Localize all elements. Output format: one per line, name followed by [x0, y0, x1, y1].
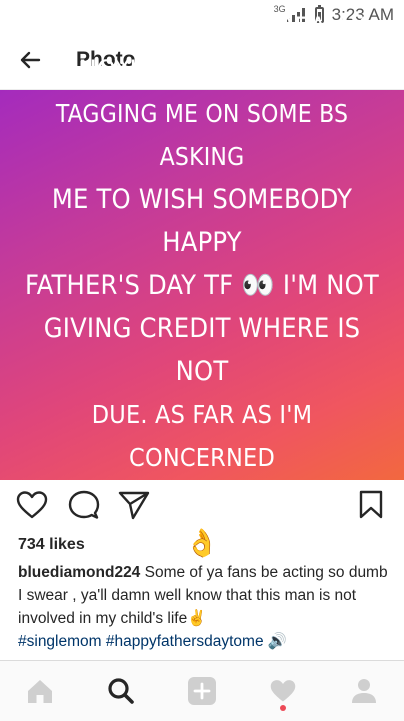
profile-icon: [351, 679, 376, 703]
comment-icon: [68, 490, 100, 519]
activity-heart-icon: [270, 680, 296, 702]
nav-activity[interactable]: [253, 661, 313, 721]
add-post-icon: [187, 677, 216, 705]
heart-icon: [16, 491, 48, 519]
image-text-line: TAGGING ME ON SOME BS ASKING: [55, 98, 349, 171]
share-button[interactable]: [118, 489, 150, 526]
image-text-line: DUE. AS FAR AS I'M CONCERNED: [91, 399, 313, 472]
image-text-line: ANNOYING GOSH 😮 STOP: [43, 54, 361, 86]
nav-search[interactable]: [91, 661, 151, 721]
image-text-line: ME TO WISH SOMEBODY HAPPY: [51, 183, 353, 258]
notification-dot: [279, 705, 286, 711]
hashtag-link[interactable]: #happyfathersdaytome: [106, 633, 264, 650]
post-actions: [0, 484, 404, 528]
post-caption: bluediamond224 Some of ya fans be acting…: [18, 561, 390, 653]
nav-profile[interactable]: [334, 661, 394, 721]
bottom-navigation: [0, 660, 404, 721]
image-text-line: GIVING CREDIT WHERE IS NOT: [43, 312, 361, 387]
like-button[interactable]: [16, 489, 48, 526]
post-image[interactable]: SOME PEOPLE ARE REALLY ANNOYING GOSH 😮 S…: [0, 12, 404, 559]
caption-username[interactable]: bluediamond224: [18, 564, 140, 581]
likes-count[interactable]: 734 likes: [18, 536, 85, 554]
send-icon: [118, 491, 150, 520]
image-text-line: FATHER'S DAY TF 👀 I'M NOT: [25, 269, 379, 301]
save-button[interactable]: [358, 489, 384, 526]
comment-button[interactable]: [68, 489, 100, 526]
speaker-emoji: 🔊: [267, 633, 288, 650]
post-image-text: SOME PEOPLE ARE REALLY ANNOYING GOSH 😮 S…: [17, 6, 387, 565]
nav-home[interactable]: [10, 661, 70, 721]
image-text-line: SOME PEOPLE ARE REALLY: [38, 11, 366, 43]
hashtag-link[interactable]: #singlemom: [18, 633, 102, 650]
home-icon: [28, 680, 53, 703]
bookmark-icon: [359, 490, 383, 519]
search-icon: [108, 678, 134, 704]
nav-add-post[interactable]: [172, 661, 232, 721]
